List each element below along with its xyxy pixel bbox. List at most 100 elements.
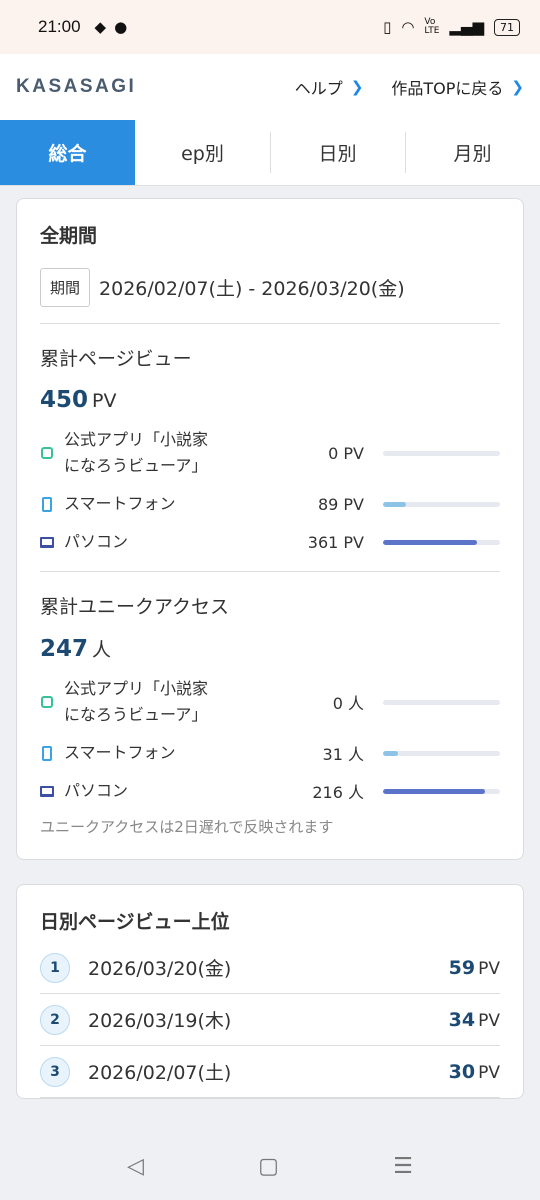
pv-row-pc-bar bbox=[383, 539, 500, 545]
ranking-row: 2 2026/03/19(木) 34 PV bbox=[40, 994, 500, 1046]
back-to-work-top-link[interactable]: 作品TOPに戻る ❯ bbox=[391, 75, 524, 99]
help-link[interactable]: ヘルプ ❯ bbox=[295, 75, 364, 99]
pageview-total-unit: PV bbox=[92, 390, 117, 412]
pv-row-pc-value: 361 PV bbox=[307, 532, 364, 552]
app-header: KASASAGI ヘルプ ❯ 作品TOPに戻る ❯ bbox=[0, 54, 540, 120]
rank-badge: 1 bbox=[40, 952, 70, 983]
daily-top-card: 日別ページビュー上位 1 2026/03/20(金) 59 PV 2 2026/0… bbox=[16, 884, 524, 1099]
tab-by-episode[interactable]: ep別 bbox=[135, 120, 270, 185]
system-nav-bar: ◁ ▢ ☰ bbox=[0, 1132, 540, 1200]
app-icon bbox=[40, 696, 54, 708]
rank-date: 2026/03/19(木) bbox=[88, 1010, 232, 1032]
daily-top-title: 日別ページビュー上位 bbox=[40, 911, 230, 933]
pageview-section: 累計ページビュー 450 PV 公式アプリ「小説家 になろうビューア」 0 PV … bbox=[40, 324, 500, 555]
home-square-icon[interactable]: ▢ bbox=[258, 1154, 279, 1179]
rank-value: 34 PV bbox=[449, 1009, 500, 1031]
pv-row-smartphone: スマートフォン 89 PV bbox=[40, 491, 500, 517]
rank-value: 30 PV bbox=[449, 1061, 500, 1083]
smartphone-icon bbox=[40, 496, 54, 512]
rank-date: 2026/02/07(土) bbox=[88, 1062, 232, 1084]
unique-total: 247 人 bbox=[40, 635, 500, 662]
wifi-icon: ◠ bbox=[401, 18, 415, 36]
pv-row-app-bar bbox=[383, 450, 500, 456]
pv-row-app: 公式アプリ「小説家 になろうビューア」 0 PV bbox=[40, 427, 500, 479]
unique-delay-note: ユニークアクセスは2日遅れで反映されます bbox=[40, 818, 334, 836]
bar-fill bbox=[383, 750, 398, 756]
pv-row-smartphone-bar bbox=[383, 501, 500, 507]
back-link-label: 作品TOPに戻る bbox=[391, 79, 504, 98]
pageview-total: 450 PV bbox=[40, 387, 500, 413]
tab-bar: 総合 ep別 日別 月別 bbox=[0, 120, 540, 186]
bar-fill bbox=[383, 788, 486, 794]
ua-row-app-label: 公式アプリ「小説家 になろうビューア」 bbox=[64, 676, 244, 728]
ua-row-pc-bar bbox=[383, 788, 500, 794]
pv-row-smartphone-value: 89 PV bbox=[317, 494, 364, 514]
pv-row-smartphone-label: スマートフォン bbox=[64, 494, 176, 513]
summary-card: 全期間 期間 2026/02/07(土) - 2026/03/20(金) 累計ペ… bbox=[16, 198, 524, 860]
rank-value-unit: PV bbox=[478, 958, 500, 979]
period-row: 期間 2026/02/07(土) - 2026/03/20(金) bbox=[40, 268, 500, 324]
ua-row-smartphone-bar bbox=[383, 750, 500, 756]
ua-row-pc-value: 216 人 bbox=[312, 783, 364, 802]
rank-badge: 3 bbox=[40, 1056, 70, 1087]
back-triangle-icon[interactable]: ◁ bbox=[127, 1154, 144, 1179]
help-link-label: ヘルプ bbox=[294, 79, 343, 98]
unique-section: 累計ユニークアクセス 247 人 公式アプリ「小説家 になろうビューア」 0 人 … bbox=[40, 571, 500, 837]
notification-icon: ◆ bbox=[94, 18, 107, 36]
ua-row-app-value: 0 人 bbox=[332, 694, 364, 713]
recents-menu-icon[interactable]: ☰ bbox=[393, 1154, 413, 1179]
rank-value-number: 30 bbox=[448, 1060, 476, 1083]
tab-overall[interactable]: 総合 bbox=[0, 120, 135, 185]
ua-row-pc-label: パソコン bbox=[64, 781, 129, 800]
unique-total-unit: 人 bbox=[92, 639, 112, 661]
ranking-row: 3 2026/02/07(土) 30 PV bbox=[40, 1046, 500, 1098]
rank-value-unit: PV bbox=[478, 1010, 500, 1031]
ua-row-smartphone-label: スマートフォン bbox=[64, 743, 176, 762]
ua-row-smartphone: スマートフォン 31 人 bbox=[40, 740, 500, 766]
pv-row-pc: パソコン 361 PV bbox=[40, 529, 500, 555]
label-line: 公式アプリ「小説家 bbox=[64, 430, 209, 449]
period-value: 2026/02/07(土) - 2026/03/20(金) bbox=[99, 278, 405, 300]
smartphone-icon bbox=[40, 745, 54, 761]
logo: KASASAGI bbox=[16, 76, 137, 97]
period-badge: 期間 bbox=[40, 268, 91, 307]
pv-row-app-label: 公式アプリ「小説家 になろうビューア」 bbox=[64, 427, 244, 479]
rank-date: 2026/03/20(金) bbox=[88, 958, 232, 980]
bar-fill bbox=[383, 539, 477, 545]
status-time: 21:00 bbox=[38, 17, 81, 36]
ua-row-pc: パソコン 216 人 bbox=[40, 778, 500, 804]
rank-badge: 2 bbox=[40, 1004, 70, 1035]
desktop-icon bbox=[40, 785, 54, 797]
pageview-total-number: 450 bbox=[40, 387, 89, 413]
rank-value-number: 59 bbox=[448, 956, 476, 979]
status-bar: 21:00 ◆ ● ▯ ◠ Vo LTE ▂▄▆ 71 bbox=[0, 0, 540, 54]
desktop-icon bbox=[40, 536, 54, 548]
app-icon bbox=[40, 447, 54, 459]
battery-icon: 71 bbox=[494, 18, 520, 36]
label-line: になろうビューア」 bbox=[64, 456, 208, 475]
ua-row-app: 公式アプリ「小説家 になろうビューア」 0 人 bbox=[40, 676, 500, 728]
tab-daily[interactable]: 日別 bbox=[270, 120, 405, 185]
pv-row-pc-label: パソコン bbox=[64, 532, 129, 551]
ranking-row: 1 2026/03/20(金) 59 PV bbox=[40, 942, 500, 994]
signal-icon: ▂▄▆ bbox=[449, 18, 484, 36]
rank-value: 59 PV bbox=[449, 957, 500, 979]
label-line: 公式アプリ「小説家 bbox=[64, 679, 209, 698]
unique-title: 累計ユニークアクセス bbox=[40, 596, 230, 618]
volte-icon: Vo LTE bbox=[424, 17, 440, 36]
unique-total-number: 247 bbox=[40, 636, 89, 662]
vibrate-icon: ▯ bbox=[383, 18, 392, 36]
tab-monthly[interactable]: 月別 bbox=[405, 120, 540, 185]
chevron-right-icon: ❯ bbox=[511, 78, 524, 96]
chevron-right-icon: ❯ bbox=[350, 78, 364, 96]
summary-title: 全期間 bbox=[40, 225, 98, 247]
rank-value-unit: PV bbox=[478, 1062, 500, 1083]
bar-fill bbox=[383, 501, 407, 507]
rank-value-number: 34 bbox=[448, 1008, 476, 1031]
ua-row-app-bar bbox=[383, 699, 500, 705]
ua-row-smartphone-value: 31 人 bbox=[322, 745, 364, 764]
notification-b-icon: ● bbox=[114, 18, 128, 36]
label-line: になろうビューア」 bbox=[64, 705, 208, 724]
pv-row-app-value: 0 PV bbox=[328, 443, 364, 463]
pageview-title: 累計ページビュー bbox=[40, 348, 192, 370]
